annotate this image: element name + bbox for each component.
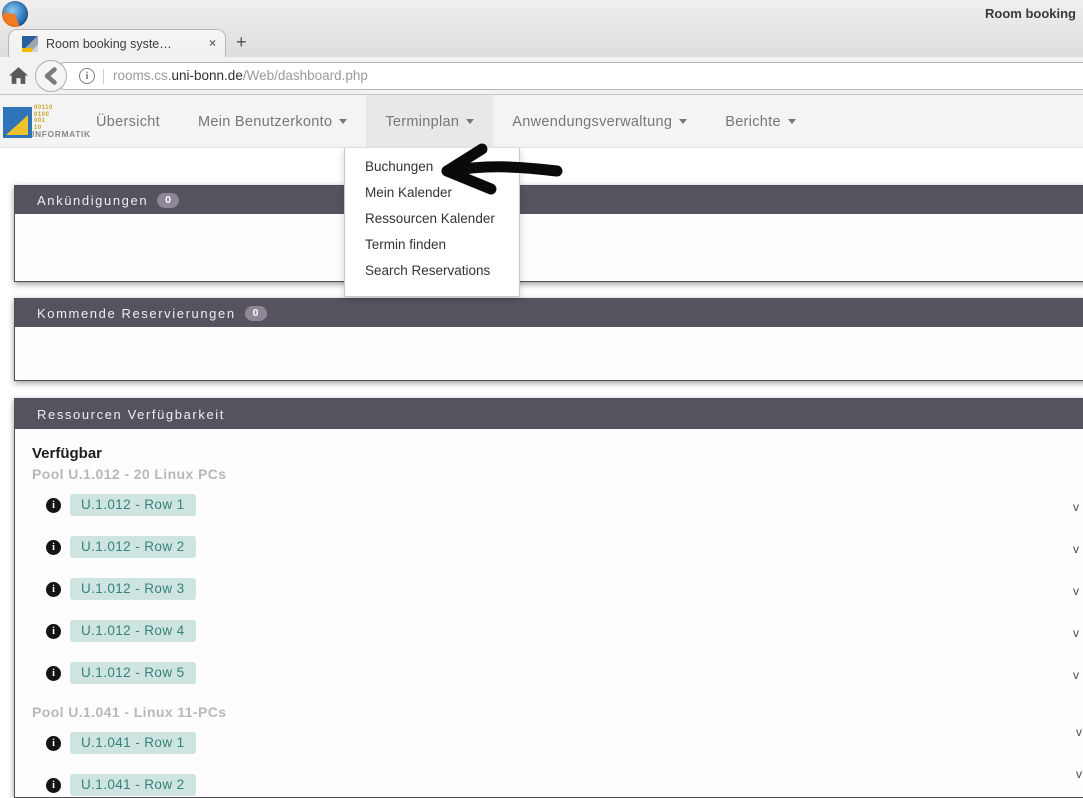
- info-icon[interactable]: [46, 736, 61, 751]
- nav-item-label: Berichte: [725, 96, 781, 148]
- resource-label[interactable]: U.1.012 - Row 4: [70, 620, 196, 642]
- panel-availability-body: Verfügbar Pool U.1.012 - 20 Linux PCs U.…: [15, 429, 1083, 796]
- resource-row: U.1.012 - Row 4: [46, 620, 1083, 642]
- clipped-edge-text: v: [1076, 767, 1082, 781]
- nav-item-berichte[interactable]: Berichte: [706, 95, 815, 148]
- browser-toolbar: rooms.cs.uni-bonn.de/Web/dashboard.php: [0, 57, 1083, 95]
- panel-title: Kommende Reservierungen: [37, 306, 236, 321]
- resource-label[interactable]: U.1.012 - Row 5: [70, 662, 196, 684]
- count-badge: 0: [157, 193, 179, 208]
- annotation-arrow: [438, 140, 573, 212]
- url-domain: uni-bonn.de: [172, 68, 243, 83]
- info-icon[interactable]: [46, 624, 61, 639]
- info-icon[interactable]: [46, 498, 61, 513]
- menu-item-search-reservations[interactable]: Search Reservations: [345, 258, 519, 284]
- new-tab-button[interactable]: +: [236, 33, 247, 51]
- browser-tab[interactable]: Room booking syste… ×: [8, 29, 226, 58]
- resource-label[interactable]: U.1.041 - Row 2: [70, 774, 196, 796]
- resource-row: U.1.041 - Row 1: [46, 732, 1083, 754]
- informatik-logo-icon: [3, 107, 32, 138]
- resource-label[interactable]: U.1.012 - Row 2: [70, 536, 196, 558]
- url-prefix: rooms.cs.: [113, 68, 172, 83]
- back-button[interactable]: [35, 60, 67, 92]
- page-content: 00110 0100 001 10 INFORMATIK Übersicht M…: [0, 95, 1083, 794]
- clipped-edge-text: v: [1073, 584, 1079, 598]
- caret-down-icon: [679, 119, 687, 124]
- nav-item-label: Mein Benutzerkonto: [198, 96, 332, 148]
- home-icon[interactable]: [8, 65, 29, 86]
- page-info-icon[interactable]: [79, 68, 95, 84]
- nav-item-label: Übersicht: [96, 96, 160, 148]
- panel-reservations-header: Kommende Reservierungen 0: [15, 299, 1083, 327]
- info-icon[interactable]: [46, 666, 61, 681]
- caret-down-icon: [466, 119, 474, 124]
- caret-down-icon: [339, 119, 347, 124]
- panel-title: Ressourcen Verfügbarkeit: [37, 407, 225, 422]
- nav-item-uebersicht[interactable]: Übersicht: [77, 95, 179, 148]
- resource-row: U.1.012 - Row 1: [46, 494, 1083, 516]
- pool-heading-u1041: Pool U.1.041 - Linux 11-PCs: [32, 704, 1083, 720]
- back-arrow-icon: [36, 61, 66, 91]
- resource-row: U.1.012 - Row 3: [46, 578, 1083, 600]
- window-title: Room booking: [985, 6, 1076, 21]
- panel-title: Ankündigungen: [37, 193, 148, 208]
- info-icon[interactable]: [46, 778, 61, 793]
- panel-availability-header: Ressourcen Verfügbarkeit: [15, 399, 1083, 429]
- menu-item-termin-finden[interactable]: Termin finden: [345, 232, 519, 258]
- clipped-edge-text: v: [1073, 500, 1079, 514]
- logo-binary-text: 00110 0100 001 10: [34, 105, 53, 131]
- resource-label[interactable]: U.1.012 - Row 1: [70, 494, 196, 516]
- panel-resource-availability: Ressourcen Verfügbarkeit Verfügbar Pool …: [14, 398, 1083, 798]
- url-text: rooms.cs.uni-bonn.de/Web/dashboard.php: [113, 63, 368, 89]
- url-separator: [103, 69, 104, 84]
- available-section-title: Verfügbar: [32, 445, 1083, 462]
- tab-close-icon[interactable]: ×: [209, 36, 216, 50]
- binary-line: 00110: [34, 105, 53, 112]
- resource-row: U.1.012 - Row 2: [46, 536, 1083, 558]
- info-icon[interactable]: [46, 582, 61, 597]
- firefox-icon[interactable]: [2, 1, 28, 27]
- screen: { "window": { "title": "Room booking", "…: [0, 0, 1083, 794]
- tab-favicon-icon: [22, 36, 38, 52]
- url-bar[interactable]: rooms.cs.uni-bonn.de/Web/dashboard.php: [52, 62, 1083, 90]
- clipped-edge-text: v: [1073, 542, 1079, 556]
- clipped-edge-text: v: [1076, 725, 1082, 739]
- tab-title: Room booking syste…: [46, 37, 191, 51]
- pool-heading-u1012: Pool U.1.012 - 20 Linux PCs: [32, 466, 1083, 482]
- info-icon[interactable]: [46, 540, 61, 555]
- count-badge: 0: [245, 306, 267, 321]
- resource-label[interactable]: U.1.012 - Row 3: [70, 578, 196, 600]
- panel-upcoming-reservations: Kommende Reservierungen 0: [14, 298, 1083, 381]
- url-path: /Web/dashboard.php: [243, 68, 368, 83]
- resource-row: U.1.012 - Row 5: [46, 662, 1083, 684]
- caret-down-icon: [788, 119, 796, 124]
- resource-row: U.1.041 - Row 2: [46, 774, 1083, 796]
- nav-item-mein-benutzerkonto[interactable]: Mein Benutzerkonto: [179, 95, 366, 148]
- clipped-edge-text: v: [1073, 668, 1079, 682]
- browser-titlebar: Room booking Room booking syste… × +: [0, 0, 1083, 57]
- clipped-edge-text: v: [1073, 626, 1079, 640]
- resource-label[interactable]: U.1.041 - Row 1: [70, 732, 196, 754]
